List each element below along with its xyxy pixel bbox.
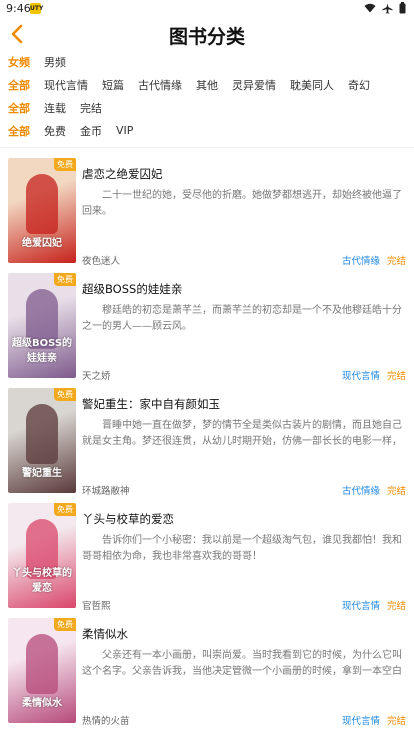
filter-row-status: 全部 连载 完结 <box>8 96 408 119</box>
cover-title: 丫头与校草的爱恋 <box>12 568 72 594</box>
filter-row-category: 全部 现代言情 短篇 古代情缘 其他 灵异爱情 耽美同人 奇幻 <box>8 73 408 96</box>
cover-figure <box>26 404 58 464</box>
book-status-tag: 完结 <box>386 256 406 267</box>
book-genre-tag[interactable]: 现代言情 <box>342 713 380 727</box>
filter-row-price: 全部 免费 金币 VIP <box>8 119 408 142</box>
book-cover: 柔情似水 免费 <box>8 618 76 723</box>
book-title: 超级BOSS的娃娃亲 <box>82 282 183 296</box>
book-cover: 超级BOSS的娃娃亲 免费 <box>8 273 76 378</box>
book-status-tag: 完结 <box>386 371 406 382</box>
free-badge: 免费 <box>54 273 76 286</box>
free-badge: 免费 <box>54 618 76 631</box>
app-notification-icon: UTY <box>30 3 44 14</box>
filter-option[interactable]: 古代情缘 <box>138 77 182 93</box>
book-list-item[interactable]: 超级BOSS的娃娃亲 免费 超级BOSS的娃娃亲 穆廷皓的初恋是萧芊兰，而萧芊兰的初恋… <box>0 273 414 382</box>
filter-option[interactable]: 连载 <box>44 100 66 116</box>
book-description: 晋睡中她一直在做梦，梦的情节全是类似古装片的剧情，而且她自己就是女主角。梦还很连… <box>82 420 402 447</box>
book-status-tag: 完结 <box>386 716 406 727</box>
book-description: 穆廷皓的初恋是萧芊兰，而萧芊兰的初恋却是一个不及他穆廷皓十分之一的男人——顾云风… <box>82 305 402 332</box>
book-status-tag: 完结 <box>386 486 406 497</box>
book-description: 告诉你们一个小秘密：我以前是一个超级淘气包，谁见我都怕！我和哥哥相依为命，我也非… <box>82 535 402 562</box>
filter-option[interactable]: 全部 <box>8 100 30 116</box>
book-status-tag: 完结 <box>386 601 406 612</box>
book-title: 柔情似水 <box>82 627 128 641</box>
airplane-icon <box>382 2 393 14</box>
book-title: 警妃重生：家中自有颜如玉 <box>82 397 220 411</box>
book-author: 官哲熙 <box>82 601 111 612</box>
book-title: 丫头与校草的爱恋 <box>82 512 174 526</box>
book-list-item[interactable]: 丫头与校草的爱恋 免费 丫头与校草的爱恋 告诉你们一个小秘密：我以前是一个超级淘气包，… <box>0 503 414 612</box>
status-bar: 9:46 UTY <box>0 0 414 18</box>
book-description: 二十一世纪的她，受尽他的折磨。她做梦都想逃开，却始终被他逼了回来。 <box>82 190 402 217</box>
cover-title: 绝爱囚妃 <box>22 238 62 249</box>
book-cover: 警妃重生 免费 <box>8 388 76 493</box>
status-time: 9:46 <box>6 2 31 15</box>
page-title: 图书分类 <box>168 26 245 48</box>
cover-title: 柔情似水 <box>22 698 62 709</box>
book-title: 虐恋之绝爱囚妃 <box>82 167 163 181</box>
book-cover: 丫头与校草的爱恋 免费 <box>8 503 76 608</box>
cover-figure <box>26 634 58 694</box>
filter-option[interactable]: 全部 <box>8 77 30 93</box>
cover-title: 警妃重生 <box>22 468 62 479</box>
book-list-item[interactable]: 柔情似水 免费 柔情似水 父亲还有一本小画册，叫崇尚爱。当时我看到它的时候，为什么它叫… <box>0 618 414 727</box>
book-genre-tag[interactable]: 古代情缘 <box>342 253 380 267</box>
filter-option[interactable]: 现代言情 <box>44 77 88 93</box>
header: 图书分类 <box>0 20 414 50</box>
filter-option[interactable]: VIP <box>116 124 133 137</box>
filter-option[interactable]: 其他 <box>196 77 218 93</box>
book-list-item[interactable]: 绝爱囚妃 免费 虐恋之绝爱囚妃二十一世纪的她，受尽他的折磨。她做梦都想逃开，却始终被… <box>0 158 414 267</box>
system-icons <box>364 2 406 14</box>
book-genre-tag[interactable]: 古代情缘 <box>342 483 380 497</box>
filter-option[interactable]: 免费 <box>44 123 66 139</box>
book-genre-tag[interactable]: 现代言情 <box>342 598 380 612</box>
book-author: 天之娇 <box>82 371 111 382</box>
filter-option[interactable]: 耽美同人 <box>290 77 334 93</box>
book-genre-tag[interactable]: 现代言情 <box>342 368 380 382</box>
book-list-item[interactable]: 警妃重生 免费 警妃重生：家中自有颜如玉晋睡中她一直在做梦，梦的情节全是类似古装片的… <box>0 388 414 497</box>
divider <box>0 147 414 148</box>
filter-option[interactable]: 女频 <box>8 54 30 70</box>
free-badge: 免费 <box>54 158 76 171</box>
filter-panel: 女频 男频 全部 现代言情 短篇 古代情缘 其他 灵异爱情 耽美同人 奇幻 全部 连载 完结 全部 免费 金币… <box>8 50 408 142</box>
wifi-icon <box>364 3 376 13</box>
book-author: 热情的火苗 <box>82 716 130 727</box>
filter-option[interactable]: 奇幻 <box>348 77 370 93</box>
free-badge: 免费 <box>54 503 76 516</box>
book-author: 环城路敝神 <box>82 486 130 497</box>
book-author: 夜色迷人 <box>82 256 121 267</box>
filter-option[interactable]: 全部 <box>8 123 30 139</box>
filter-option[interactable]: 短篇 <box>102 77 124 93</box>
book-description: 父亲还有一本小画册，叫崇尚爱。当时我看到它的时候，为什么它叫这个名字。父亲告诉我… <box>82 650 402 677</box>
filter-option[interactable]: 灵异爱情 <box>232 77 276 93</box>
free-badge: 免费 <box>54 388 76 401</box>
battery-icon <box>399 2 406 14</box>
cover-figure <box>26 174 58 234</box>
filter-row-channel: 女频 男频 <box>8 50 408 73</box>
filter-option[interactable]: 男频 <box>44 54 66 70</box>
book-cover: 绝爱囚妃 免费 <box>8 158 76 263</box>
cover-title: 超级BOSS的娃娃亲 <box>11 338 73 364</box>
filter-option[interactable]: 金币 <box>80 123 102 139</box>
filter-option[interactable]: 完结 <box>80 100 102 116</box>
